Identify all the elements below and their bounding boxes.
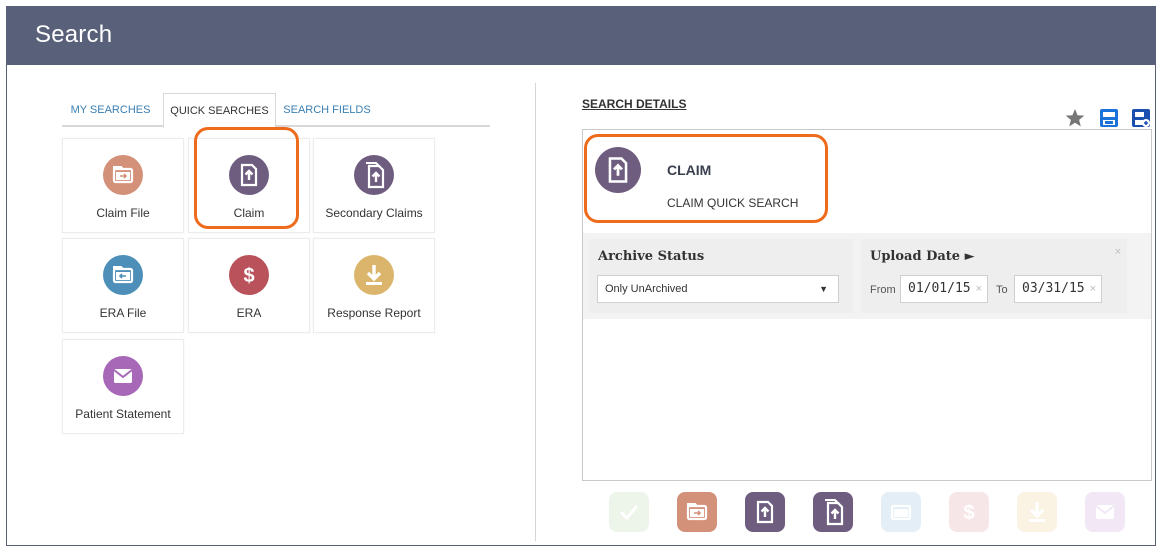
dollar-icon: $ [229,255,269,295]
tab-my-searches[interactable]: MY SEARCHES [62,93,159,127]
clear-icon[interactable]: × [1090,276,1096,302]
filter-title: Archive Status [598,249,705,264]
tab-quick-searches[interactable]: QUICK SEARCHES [163,93,276,129]
svg-text:$: $ [243,265,254,287]
tile-label: Secondary Claims [325,206,423,220]
select-value: Only UnArchived [605,283,688,295]
envelope-icon [103,356,143,396]
tile-label: Response Report [327,306,421,320]
claim-file-icon [103,155,143,195]
search-details-label: SEARCH DETAILS [582,97,687,111]
search-tabs: MY SEARCHES QUICK SEARCHES SEARCH FIELDS [62,89,490,129]
window-title: Search [35,21,113,48]
clear-icon[interactable]: × [976,276,982,302]
claim-file-icon[interactable] [677,492,717,532]
save-icon[interactable] [1098,107,1120,129]
tile-claim-file[interactable]: Claim File [62,138,184,233]
tile-era[interactable]: $ ERA [188,238,310,333]
tile-patient-statement[interactable]: Patient Statement [62,339,184,434]
claim-highlight [194,127,299,229]
claim-icon[interactable] [745,492,785,532]
tile-response-report[interactable]: Response Report [313,238,435,333]
check-icon[interactable] [609,492,649,532]
caret-down-icon: ▼ [819,284,828,294]
tile-label: Claim File [96,206,150,220]
filter-row: Archive Status Only UnArchived ▼ Upload … [583,233,1151,319]
from-date-value: 01/01/15 [908,281,971,296]
tile-label: ERA [236,306,262,320]
to-date-value: 03/31/15 [1022,281,1085,296]
star-icon[interactable] [1064,107,1086,129]
tile-era-file[interactable]: ERA File [62,238,184,333]
era-file-icon [103,255,143,295]
filter-title[interactable]: Upload Date ► [870,249,975,264]
tab-search-fields[interactable]: SEARCH FIELDS [279,93,375,127]
svg-text:$: $ [963,502,974,524]
era-file-icon[interactable] [881,492,921,532]
archive-status-select[interactable]: Only UnArchived ▼ [597,275,839,303]
download-icon[interactable] [1017,492,1057,532]
dollar-icon[interactable]: $ [949,492,989,532]
search-window: Search MY SEARCHES QUICK SEARCHES SEARCH… [6,6,1156,546]
to-date-input[interactable]: 03/31/15 × [1014,275,1102,303]
from-label: From [870,284,896,296]
archive-status-filter: Archive Status Only UnArchived ▼ [589,239,853,313]
save-as-icon[interactable] [1130,107,1152,129]
tile-label: Patient Statement [75,407,171,421]
secondary-claims-icon [354,155,394,195]
download-icon [354,255,394,295]
to-label: To [996,284,1008,296]
title-bar: Search [7,7,1155,65]
from-date-input[interactable]: 01/01/15 × [900,275,988,303]
tile-label: ERA File [99,306,147,320]
secondary-claims-icon[interactable] [813,492,853,532]
claim-details-highlight [584,134,828,223]
envelope-icon[interactable] [1085,492,1125,532]
close-icon[interactable]: × [1115,246,1121,258]
panel-divider [535,83,536,541]
tile-secondary-claims[interactable]: Secondary Claims [313,138,435,233]
upload-date-filter: Upload Date ► × From 01/01/15 × To 03/31… [861,239,1127,313]
